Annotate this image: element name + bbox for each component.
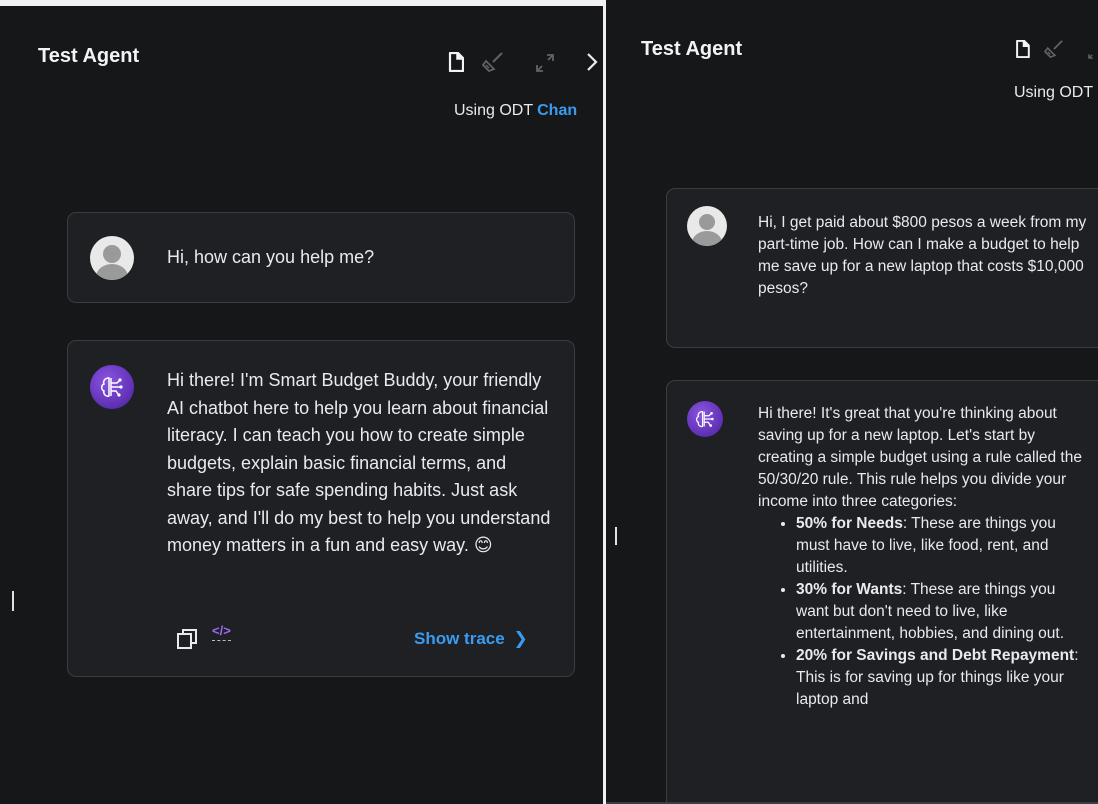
chevron-right-icon: ❯ (513, 629, 528, 648)
user-message-text: Hi, I get paid about $800 pesos a week f… (758, 214, 1087, 297)
list-item: 30% for Wants: These are things you want… (796, 579, 1088, 645)
bot-avatar (90, 365, 134, 409)
bot-message-text: Hi there! I'm Smart Budget Buddy, your f… (167, 370, 551, 555)
list-item: 20% for Savings and Debt Repayment: This… (796, 645, 1088, 711)
using-model-text: Using ODT (454, 102, 534, 119)
bot-avatar (687, 401, 723, 437)
using-model-label: Using ODT Chan (454, 102, 577, 120)
resize-handle[interactable] (12, 591, 14, 611)
resize-handle[interactable] (615, 527, 617, 545)
list-item-term: 30% for Wants (796, 581, 903, 598)
panel-title: Test Agent (38, 45, 140, 67)
bot-message-card: Hi there! It's great that you're thinkin… (666, 380, 1098, 802)
chevron-right-icon[interactable] (586, 52, 598, 72)
chat-panel-right: Test Agent Using ODT Hi, I get paid abou… (606, 0, 1098, 804)
copy-icon[interactable] (176, 628, 198, 650)
list-item-term: 50% for Needs (796, 515, 903, 532)
budget-rule-list: 50% for Needs: These are things you must… (758, 513, 1088, 711)
code-icon[interactable]: </> (212, 623, 231, 641)
change-model-link[interactable]: Chan (537, 102, 577, 119)
brain-icon (696, 411, 714, 428)
expand-icon[interactable] (534, 52, 556, 74)
using-model-label: Using ODT (1014, 84, 1094, 101)
user-avatar (90, 236, 134, 280)
broom-icon[interactable] (482, 52, 504, 72)
user-message-card: Hi, how can you help me? (67, 212, 575, 303)
expand-icon[interactable] (1087, 46, 1098, 60)
show-trace-label: Show trace (414, 629, 505, 648)
show-trace-button[interactable]: Show trace ❯ (414, 629, 528, 649)
broom-icon[interactable] (1044, 40, 1064, 58)
bot-message-card: Hi there! I'm Smart Budget Buddy, your f… (67, 340, 575, 677)
bot-message-body: Hi there! It's great that you're thinkin… (758, 403, 1088, 711)
list-item-term: 20% for Savings and Debt Repayment (796, 647, 1075, 664)
brain-icon (101, 377, 123, 397)
bot-message-intro: Hi there! It's great that you're thinkin… (758, 405, 1082, 510)
user-message-card: Hi, I get paid about $800 pesos a week f… (666, 188, 1098, 348)
user-avatar (687, 206, 727, 246)
user-message-text: Hi, how can you help me? (167, 247, 375, 267)
list-item: 50% for Needs: These are things you must… (796, 513, 1088, 579)
chat-panel-left: Test Agent Using ODT Chan Hi, how can you… (0, 0, 603, 804)
document-icon[interactable] (1015, 40, 1030, 58)
document-icon[interactable] (448, 52, 464, 72)
panel-title: Test Agent (641, 38, 743, 60)
